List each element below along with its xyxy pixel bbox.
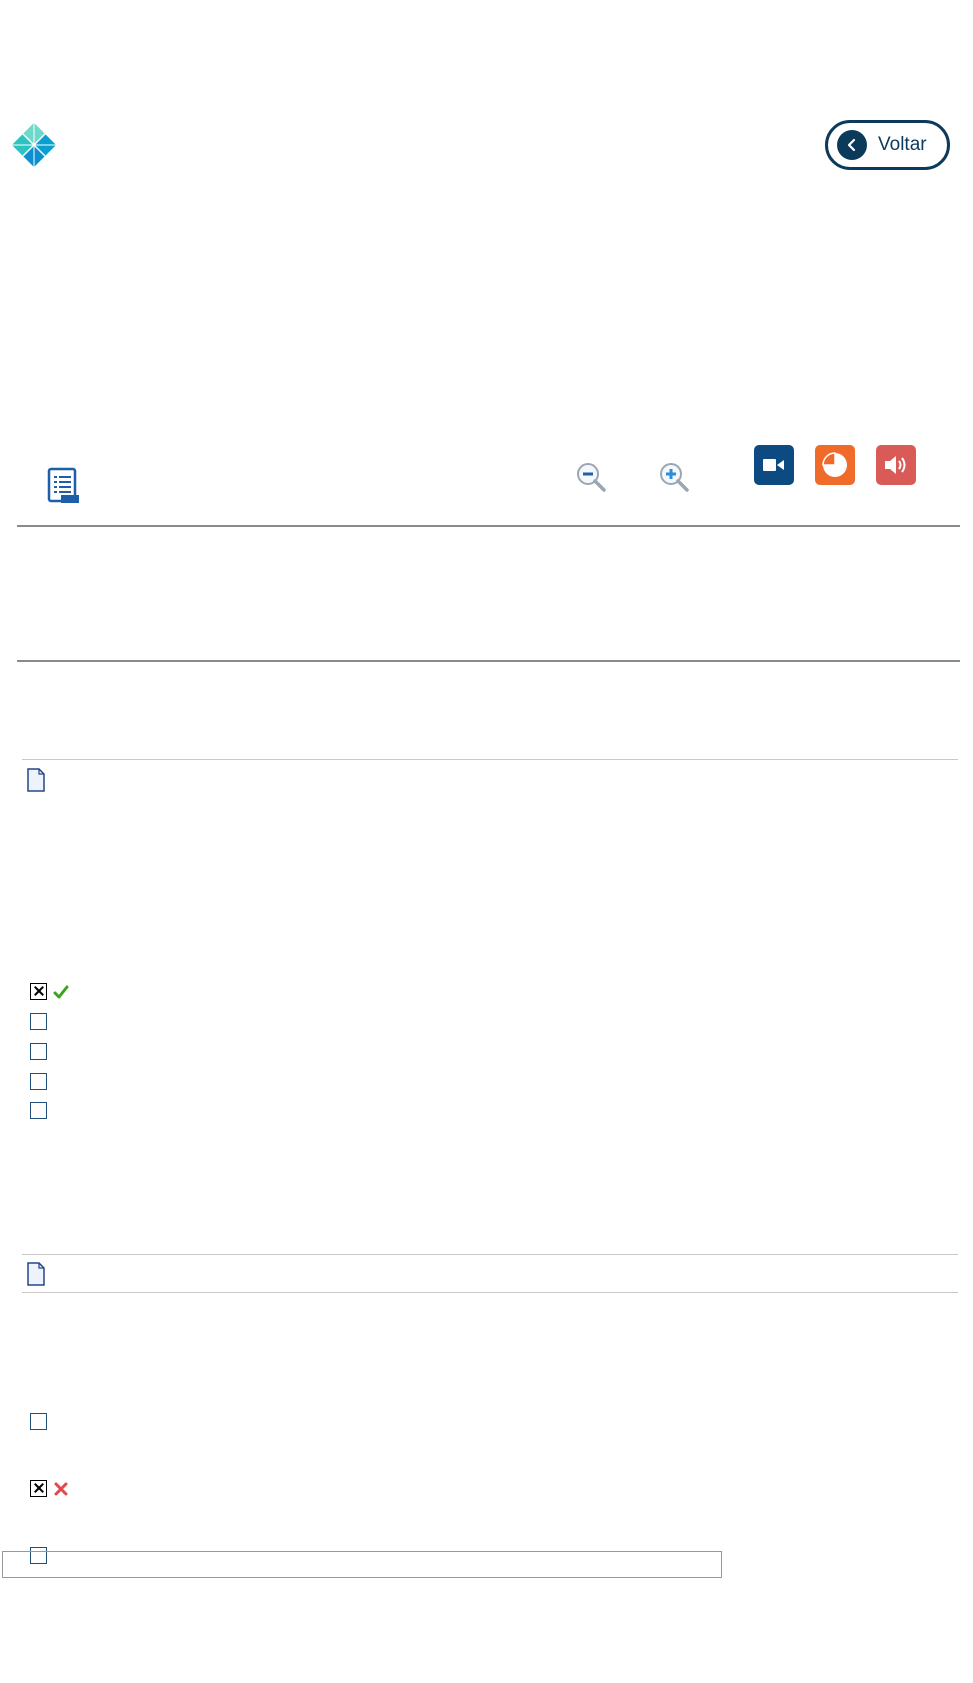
back-button-label: Voltar	[878, 134, 927, 155]
speaker-icon	[885, 456, 906, 474]
zoom-in-icon[interactable]	[658, 461, 692, 495]
video-camera-icon	[763, 459, 784, 471]
logo	[10, 121, 58, 169]
section-divider	[17, 660, 960, 662]
question-2-divider-top	[22, 1254, 958, 1255]
answer-input-box[interactable]	[2, 1551, 722, 1578]
question-1-option-2-checkbox[interactable]	[30, 1013, 47, 1030]
question-1-option-4-checkbox[interactable]	[30, 1073, 47, 1090]
audio-button[interactable]	[876, 445, 916, 485]
question-2-divider-bottom	[22, 1292, 958, 1293]
chevron-left-icon	[837, 130, 867, 160]
correct-check-icon	[53, 984, 69, 1000]
question-2-option-2-checkbox[interactable]	[30, 1480, 47, 1497]
video-button[interactable]	[754, 445, 794, 485]
chart-button[interactable]	[815, 445, 855, 485]
pie-chart-icon	[822, 452, 847, 477]
back-button[interactable]: Voltar	[825, 120, 950, 170]
list-document-icon[interactable]	[47, 467, 81, 505]
question-2-option-1-checkbox[interactable]	[30, 1413, 47, 1430]
incorrect-x-icon	[53, 1481, 69, 1497]
diamond-logo-icon	[12, 123, 56, 167]
toolbar-divider	[17, 525, 960, 527]
zoom-out-icon[interactable]	[575, 461, 609, 495]
question-1-option-1-checkbox[interactable]	[30, 983, 47, 1000]
question-1-option-3-checkbox[interactable]	[30, 1043, 47, 1060]
document-icon	[26, 768, 46, 797]
question-1-option-5-checkbox[interactable]	[30, 1102, 47, 1119]
document-icon	[26, 1262, 46, 1291]
question-1-divider	[22, 759, 958, 760]
